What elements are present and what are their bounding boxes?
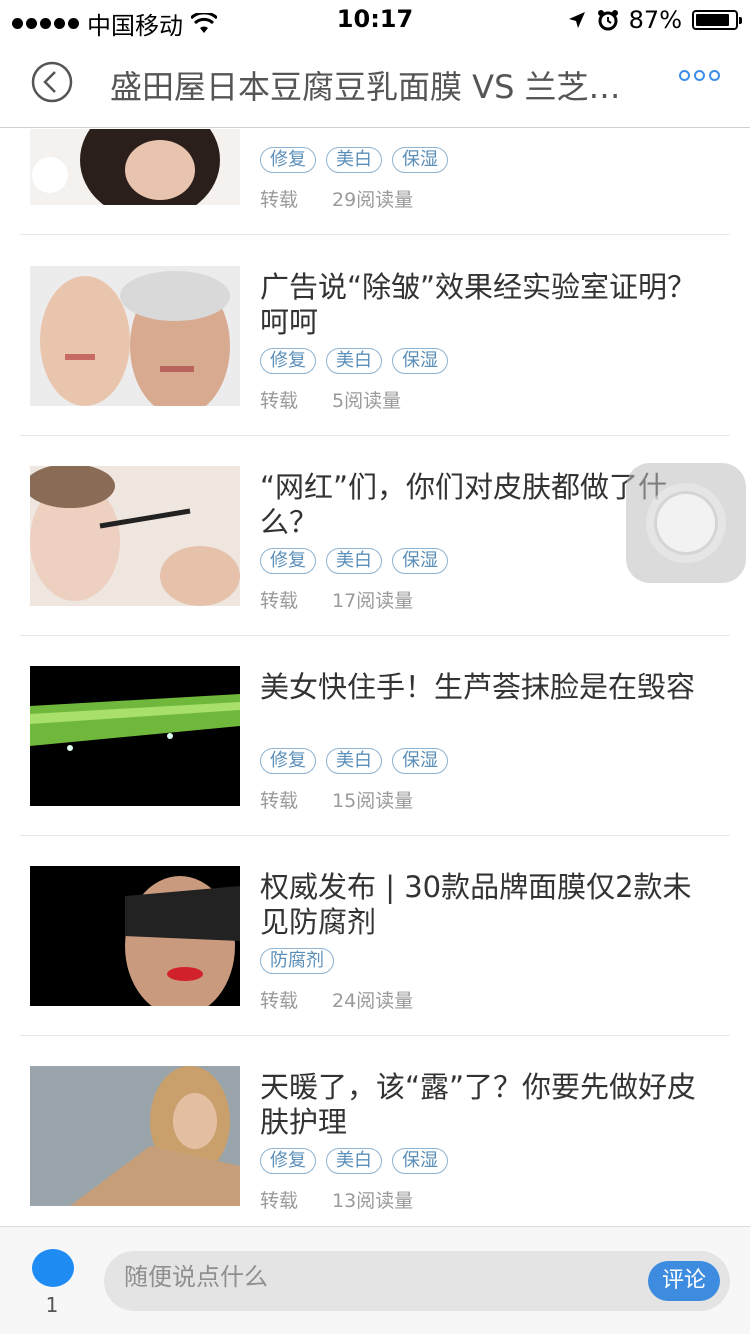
article-thumbnail xyxy=(30,666,240,806)
article-title[interactable]: 美女快住手！生芦荟抹脸是在毁容 xyxy=(260,670,720,705)
article-views: 13阅读量 xyxy=(332,1190,414,1212)
article-views: 17阅读量 xyxy=(332,590,414,612)
tag[interactable]: 修复 xyxy=(260,748,316,774)
tag-list: 修复 美白 保湿 xyxy=(260,348,448,374)
tag[interactable]: 修复 xyxy=(260,1148,316,1174)
tag[interactable]: 保湿 xyxy=(392,548,448,574)
tag[interactable]: 保湿 xyxy=(392,748,448,774)
article-thumbnail xyxy=(30,266,240,406)
article-source: 转载 xyxy=(260,1190,299,1212)
tag-list: 防腐剂 xyxy=(260,948,334,974)
tag[interactable]: 修复 xyxy=(260,348,316,374)
more-dot-icon xyxy=(694,70,705,81)
alarm-clock-icon xyxy=(597,10,618,31)
article-meta: 转载 5阅读量 xyxy=(260,386,401,413)
assistive-touch-button[interactable] xyxy=(626,463,746,583)
article-title[interactable]: 权威发布 | 30款品牌面膜仅2款未见防腐剂 xyxy=(260,870,720,940)
comment-bar: 1 评论 xyxy=(0,1226,750,1334)
more-dot-icon xyxy=(709,70,720,81)
location-arrow-icon xyxy=(568,12,585,28)
battery-fill xyxy=(696,14,730,26)
article-source: 转载 xyxy=(260,390,299,412)
article-meta: 转载 13阅读量 xyxy=(260,1186,413,1213)
article-meta: 转载 15阅读量 xyxy=(260,786,413,813)
article-thumbnail xyxy=(30,1066,240,1206)
article-source: 转载 xyxy=(260,790,299,812)
page-title: 盛田屋日本豆腐豆乳面膜 VS 兰芝… xyxy=(110,68,621,106)
tag[interactable]: 保湿 xyxy=(392,1148,448,1174)
article-meta: 转载 29阅读量 xyxy=(260,185,413,212)
article-views: 29阅读量 xyxy=(332,189,414,211)
tag[interactable]: 修复 xyxy=(260,548,316,574)
comment-count: 1 xyxy=(45,1293,59,1317)
article-item[interactable]: 权威发布 | 30款品牌面膜仅2款未见防腐剂 防腐剂 转载 24阅读量 xyxy=(20,836,730,1036)
tag-list: 修复 美白 保湿 xyxy=(260,147,448,173)
article-title[interactable]: 广告说“除皱”效果经实验室证明？呵呵 xyxy=(260,270,720,340)
article-source: 转载 xyxy=(260,189,299,211)
tag-list: 修复 美白 保湿 xyxy=(260,1148,448,1174)
article-source: 转载 xyxy=(260,590,299,612)
status-bar: 中国移动 10:17 87% xyxy=(0,0,750,40)
article-list[interactable]: 修复 美白 保湿 转载 29阅读量 广告说“除皱”效果经实验室证明？呵呵 修复 … xyxy=(0,129,750,1225)
status-right: 87% xyxy=(567,6,742,34)
tag[interactable]: 美白 xyxy=(326,1148,382,1174)
tag[interactable]: 修复 xyxy=(260,147,316,173)
comment-input[interactable] xyxy=(124,1263,624,1291)
article-item[interactable]: “网红”们，你们对皮肤都做了什么？ 修复 美白 保湿 转载 17阅读量 xyxy=(20,436,730,636)
more-dot-icon xyxy=(679,70,690,81)
battery-icon xyxy=(692,10,742,30)
article-thumbnail xyxy=(30,866,240,1006)
battery-percent: 87% xyxy=(628,6,682,34)
comment-submit-button[interactable]: 评论 xyxy=(648,1261,720,1301)
article-thumbnail xyxy=(30,129,240,205)
article-meta: 转载 17阅读量 xyxy=(260,586,413,613)
tag[interactable]: 保湿 xyxy=(392,348,448,374)
article-thumbnail xyxy=(30,466,240,606)
tag[interactable]: 美白 xyxy=(326,748,382,774)
tag[interactable]: 防腐剂 xyxy=(260,948,334,974)
tag-list: 修复 美白 保湿 xyxy=(260,748,448,774)
article-views: 15阅读量 xyxy=(332,790,414,812)
tag[interactable]: 美白 xyxy=(326,147,382,173)
tag[interactable]: 美白 xyxy=(326,548,382,574)
article-source: 转载 xyxy=(260,990,299,1012)
article-item[interactable]: 修复 美白 保湿 转载 29阅读量 xyxy=(20,129,730,235)
comment-field: 评论 xyxy=(104,1251,730,1311)
article-meta: 转载 24阅读量 xyxy=(260,986,413,1013)
more-options-button[interactable] xyxy=(679,70,720,81)
article-item[interactable]: 广告说“除皱”效果经实验室证明？呵呵 修复 美白 保湿 转载 5阅读量 xyxy=(20,236,730,436)
back-icon[interactable] xyxy=(30,60,74,104)
comment-count-icon[interactable] xyxy=(32,1249,74,1287)
navigation-bar: 盛田屋日本豆腐豆乳面膜 VS 兰芝… xyxy=(0,40,750,128)
assistive-core-icon xyxy=(662,499,710,547)
article-item[interactable]: 天暖了，该“露”了？你要先做好皮肤护理 修复 美白 保湿 转载 13阅读量 xyxy=(20,1036,730,1225)
tag[interactable]: 美白 xyxy=(326,348,382,374)
article-views: 5阅读量 xyxy=(332,390,402,412)
tag[interactable]: 保湿 xyxy=(392,147,448,173)
article-views: 24阅读量 xyxy=(332,990,414,1012)
tag-list: 修复 美白 保湿 xyxy=(260,548,448,574)
article-item[interactable]: 美女快住手！生芦荟抹脸是在毁容 修复 美白 保湿 转载 15阅读量 xyxy=(20,636,730,836)
article-title[interactable]: 天暖了，该“露”了？你要先做好皮肤护理 xyxy=(260,1070,720,1140)
